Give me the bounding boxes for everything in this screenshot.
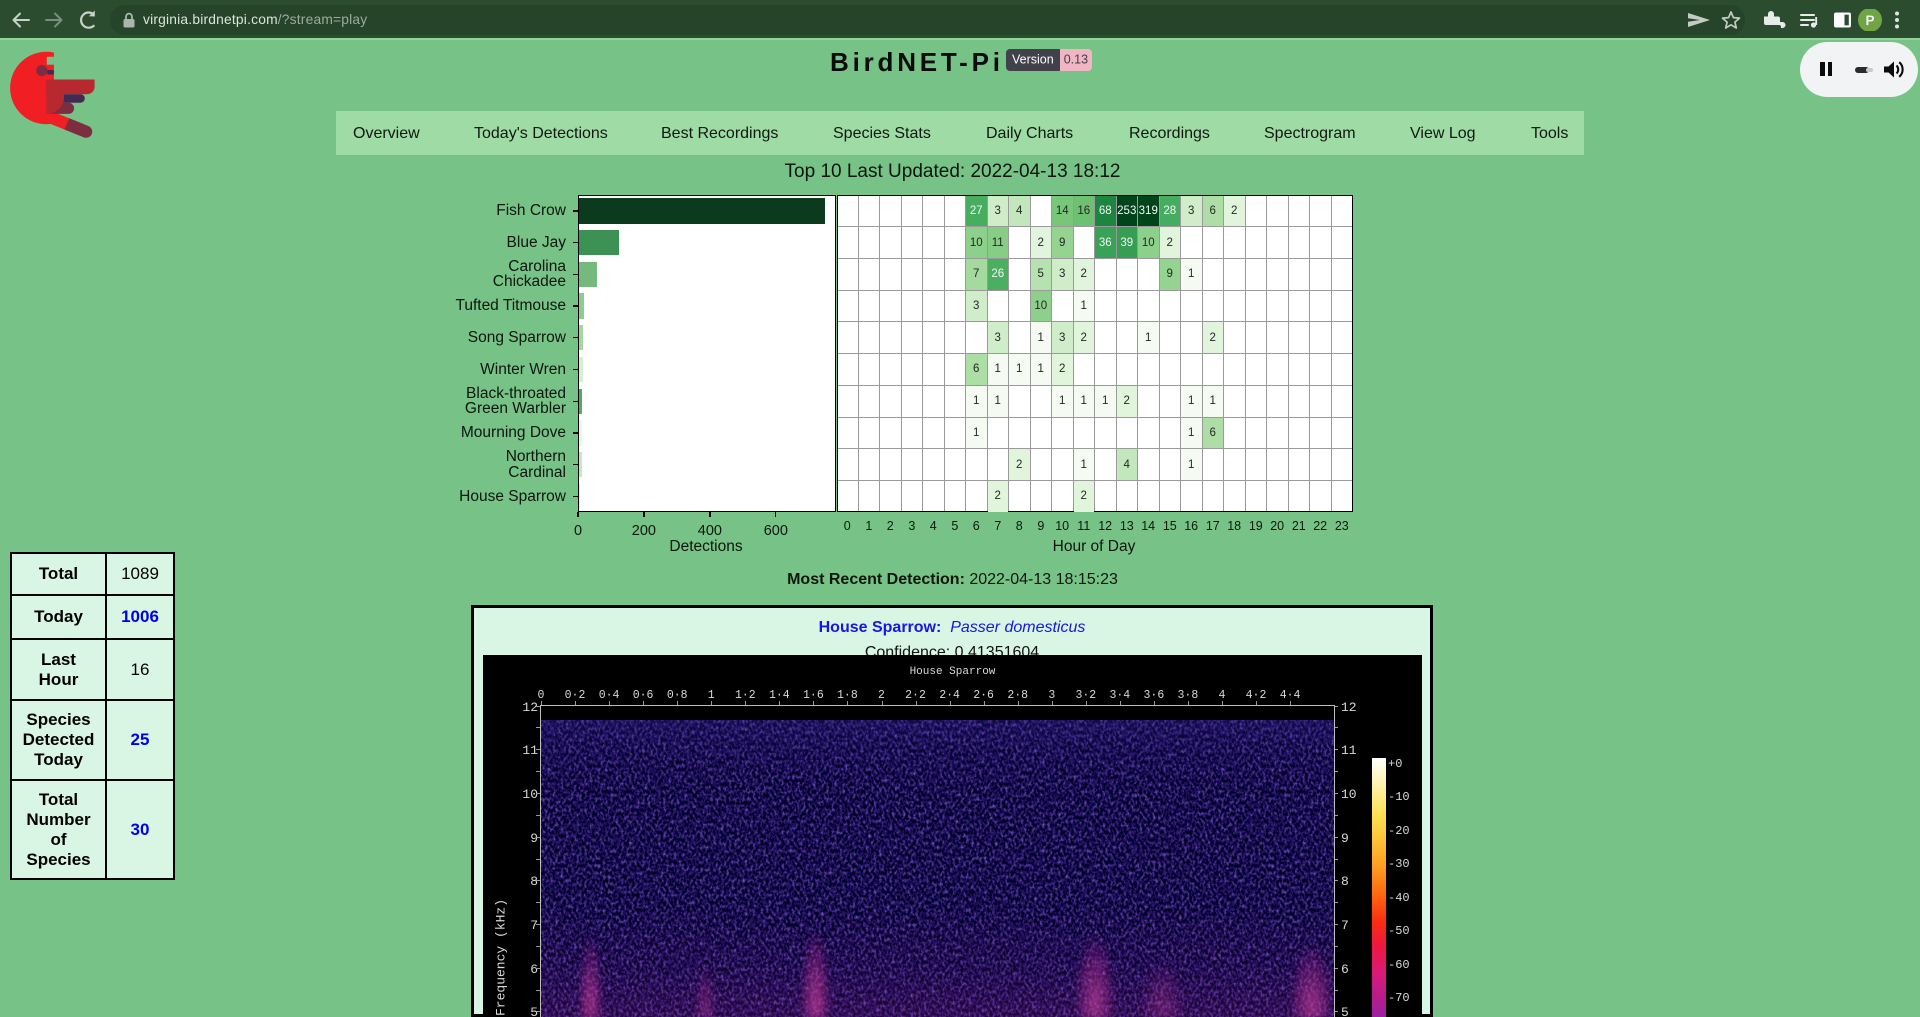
svg-text:P: P — [1865, 13, 1874, 28]
